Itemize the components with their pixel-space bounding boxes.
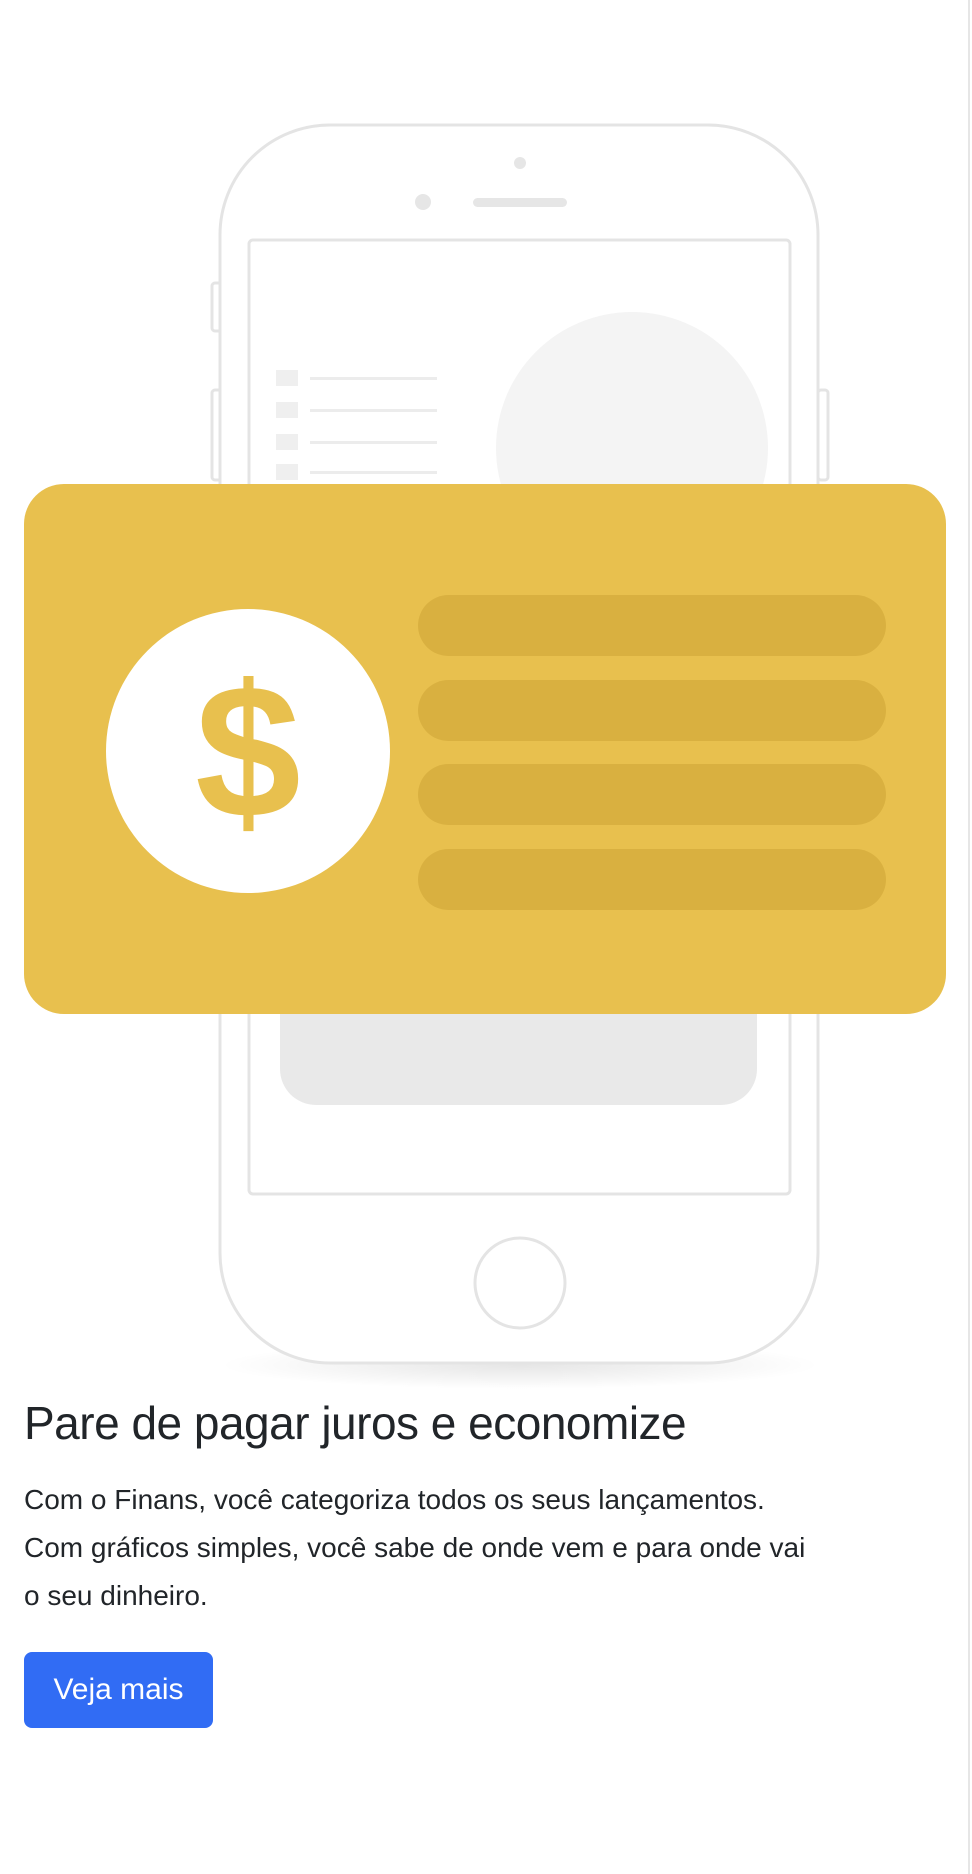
list-bullet — [276, 434, 298, 450]
description-line: o seu dinheiro. — [24, 1580, 208, 1611]
list-line — [310, 409, 437, 412]
description-line: Com gráficos simples, você sabe de onde … — [24, 1532, 806, 1563]
description-line: Com o Finans, você categoriza todos os s… — [24, 1484, 765, 1515]
page: $ Pare de pagar juros e economize Com o … — [0, 0, 970, 1874]
feature-title: Pare de pagar juros e economize — [24, 1397, 687, 1449]
list-bullet — [276, 464, 298, 480]
list-line — [310, 471, 437, 474]
list-bullet — [276, 402, 298, 418]
list-bullet — [276, 370, 298, 386]
card-line — [418, 849, 886, 910]
card-line — [418, 595, 886, 656]
card-line — [418, 680, 886, 741]
list-line — [310, 441, 437, 444]
phone-speaker-icon — [473, 198, 567, 207]
phone-camera-icon — [415, 194, 431, 210]
card-line — [418, 764, 886, 825]
phone-home-button — [473, 1236, 567, 1330]
see-more-button[interactable]: Veja mais — [24, 1652, 213, 1728]
feature-description: Com o Finans, você categoriza todos os s… — [24, 1476, 944, 1620]
dollar-icon: $ — [195, 646, 301, 858]
phone-sensor-icon — [514, 157, 526, 169]
phone-money-illustration: $ — [24, 123, 946, 1389]
list-line — [310, 377, 437, 380]
